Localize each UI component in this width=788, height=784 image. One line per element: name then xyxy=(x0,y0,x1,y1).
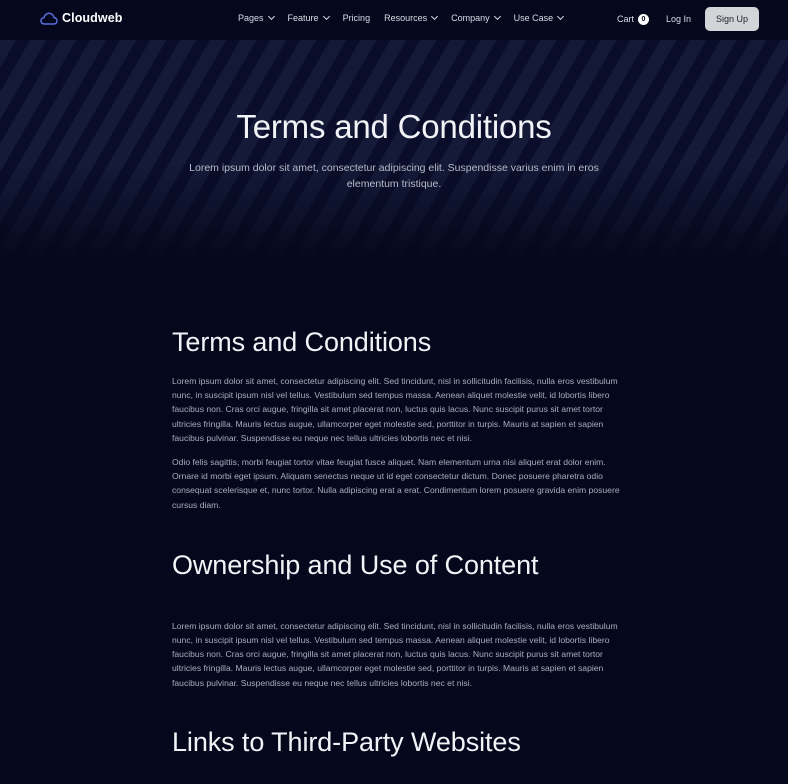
chevron-down-icon xyxy=(431,12,439,21)
section-title-third-party-links: Links to Third-Party Websites xyxy=(172,726,521,757)
main-nav: Pages Feature Pricing Resources Company … xyxy=(238,12,565,23)
signup-button[interactable]: Sign Up xyxy=(705,7,759,31)
section-title-ownership: Ownership and Use of Content xyxy=(172,549,539,580)
chevron-down-icon xyxy=(557,12,565,21)
cart-label: Cart xyxy=(616,14,634,24)
nav-item-label: Pages xyxy=(238,13,264,23)
nav-item-resources[interactable]: Resources xyxy=(384,12,439,23)
nav-item-pages[interactable]: Pages xyxy=(238,12,275,23)
brand-logo[interactable]: Cloudweb xyxy=(40,11,123,25)
nav-item-label: Pricing xyxy=(342,13,371,23)
section-paragraph: Lorem ipsum dolor sit amet, consectetur … xyxy=(172,376,618,443)
nav-item-label: Resources xyxy=(384,13,428,23)
nav-item-label: Use Case xyxy=(513,13,554,23)
nav-item-label: Company xyxy=(451,13,490,23)
section-title-terms: Terms and Conditions xyxy=(172,327,432,357)
section-paragraph: Odio felis sagittis, morbi feugiat torto… xyxy=(172,457,620,510)
nav-item-company[interactable]: Company xyxy=(451,12,501,23)
cart-button[interactable]: Cart 0 xyxy=(616,13,649,25)
terms-content: Terms and Conditions Lorem ipsum dolor s… xyxy=(172,325,624,759)
chevron-down-icon xyxy=(267,12,275,21)
brand-name: Cloudweb xyxy=(62,11,123,25)
chevron-down-icon xyxy=(322,12,330,21)
hero-title: Terms and Conditions xyxy=(236,108,552,145)
nav-item-feature[interactable]: Feature xyxy=(287,12,330,23)
hero-banner: Terms and Conditions Lorem ipsum dolor s… xyxy=(0,40,788,265)
top-navbar: Cloudweb Pages Feature Pricing Resources… xyxy=(0,0,788,40)
nav-item-label: Feature xyxy=(287,13,319,23)
chevron-down-icon xyxy=(493,12,501,21)
nav-item-use-case[interactable]: Use Case xyxy=(513,12,565,23)
cloud-icon xyxy=(40,12,58,25)
hero-subtitle: Lorem ipsum dolor sit amet, consectetur … xyxy=(189,162,599,190)
section-paragraph: Lorem ipsum dolor sit amet, consectetur … xyxy=(172,620,618,688)
cart-count-badge: 0 xyxy=(637,13,649,25)
login-link[interactable]: Log In xyxy=(666,14,691,24)
nav-actions: Cart 0 Log In Sign Up xyxy=(617,7,759,31)
hero-content: Terms and Conditions Lorem ipsum dolor s… xyxy=(0,108,788,192)
nav-item-pricing[interactable]: Pricing xyxy=(343,13,371,23)
